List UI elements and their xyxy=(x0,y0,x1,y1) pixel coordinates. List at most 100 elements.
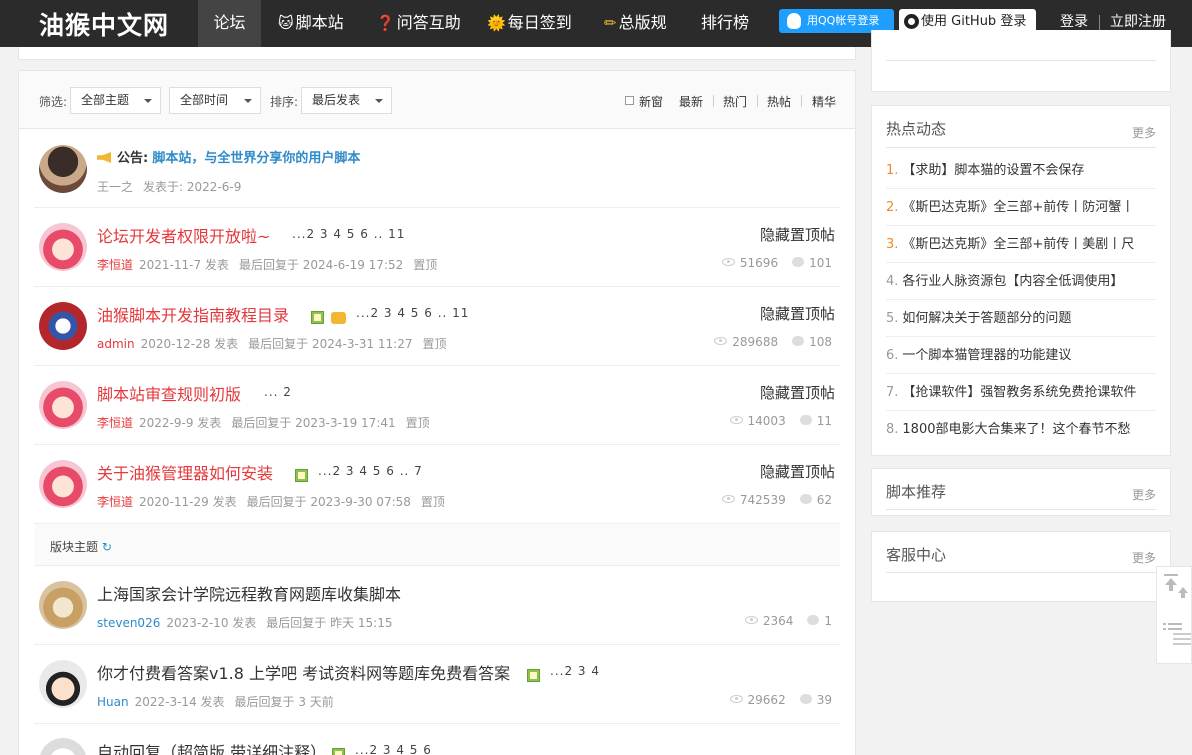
post-date: 2023-2-10 发表 xyxy=(166,616,257,630)
announcement-link[interactable]: 脚本站，与全世界分享你的用户脚本 xyxy=(152,151,360,166)
thread-title[interactable]: 脚本站审查规则初版 xyxy=(97,381,241,405)
sort-hot-thread-link[interactable]: 热帖 xyxy=(767,93,791,110)
announcement-label: 公告: xyxy=(117,151,149,166)
hot-topic-text: 如何解决关于答题部分的问题 xyxy=(902,311,1072,326)
last-reply[interactable]: 最后回复于 2023-3-19 17:41 xyxy=(231,416,395,430)
author-link[interactable]: steven026 xyxy=(97,616,160,630)
filter-bar: 筛选: 全部主题 全部时间 排序: 最后发表 新窗 最新 热门 热帖 精华 xyxy=(19,71,855,129)
eye-icon xyxy=(721,495,735,503)
last-reply[interactable]: 最后回复于 2024-3-31 11:27 xyxy=(248,337,412,351)
sort-hot-link[interactable]: 热门 xyxy=(723,93,747,110)
hot-topics-title: 热点动态 xyxy=(886,120,947,138)
more-link[interactable]: 更多 xyxy=(1132,549,1156,566)
nav-item-qa[interactable]: ❓ 问答互助 xyxy=(376,0,461,47)
site-logo[interactable]: 油猴中文网 xyxy=(39,6,169,42)
author-link[interactable]: 李恒道 xyxy=(97,416,133,430)
hide-pinned-link[interactable]: 隐藏置顶帖 xyxy=(760,303,835,324)
cat-icon: 🐱 xyxy=(278,14,294,32)
sort-select[interactable]: 最后发表 xyxy=(301,87,392,114)
new-window-label[interactable]: 新窗 xyxy=(639,93,663,110)
more-link[interactable]: 更多 xyxy=(1132,486,1156,503)
page-links[interactable]: ... 2 xyxy=(264,385,292,399)
last-reply[interactable]: 最后回复于 3 天前 xyxy=(235,695,334,709)
comment-icon xyxy=(792,257,805,267)
hide-pinned-link[interactable]: 隐藏置顶帖 xyxy=(760,224,835,245)
rank-number: 3. xyxy=(886,237,899,252)
nav-item-rules[interactable]: ✏ 总版规 xyxy=(604,0,667,47)
hot-topic-item[interactable]: 7. 【抢课软件】强智教务系统免费抢课软件 xyxy=(886,374,1156,411)
last-reply[interactable]: 最后回复于 2023-9-30 07:58 xyxy=(247,495,411,509)
more-link[interactable]: 更多 xyxy=(1132,124,1156,141)
reply-count: 1 xyxy=(824,614,832,628)
hot-topic-text: 1800部电影大合集来了！这个春节不愁 xyxy=(902,422,1131,437)
avatar[interactable] xyxy=(39,581,87,629)
thread-title[interactable]: 上海国家会计学院远程教育网题库收集脚本 xyxy=(97,581,401,605)
page-links[interactable]: ...2 3 4 xyxy=(550,664,600,678)
back-to-top-icon[interactable] xyxy=(1161,571,1191,601)
author-link[interactable]: 王一之 xyxy=(97,180,133,194)
hot-topic-item[interactable]: 5. 如何解决关于答题部分的问题 xyxy=(886,300,1156,337)
author-link[interactable]: 李恒道 xyxy=(97,495,133,509)
rank-number: 6. xyxy=(886,348,899,363)
avatar[interactable] xyxy=(39,223,87,271)
avatar[interactable] xyxy=(39,145,87,193)
section-title-text: 版块主题 xyxy=(50,540,99,554)
script-recommend-title: 脚本推荐 xyxy=(886,483,947,501)
pinned-tag: 置顶 xyxy=(413,258,438,272)
last-reply[interactable]: 最后回复于 2024-6-19 17:52 xyxy=(239,258,403,272)
image-attachment-icon xyxy=(332,748,345,755)
avatar[interactable] xyxy=(39,738,87,755)
thread-title[interactable]: 你才付费看答案v1.8 上学吧 考试资料网等题库免费看答案 xyxy=(97,660,510,684)
sort-latest-link[interactable]: 最新 xyxy=(679,93,703,110)
page-links[interactable]: ...2 3 4 5 6 .. 7 xyxy=(318,464,423,478)
pinned-tag: 置顶 xyxy=(405,416,430,430)
hot-topic-text: 一个脚本猫管理器的功能建议 xyxy=(902,348,1072,363)
hot-topic-item[interactable]: 2. 《斯巴达克斯》全三部+前传丨防河蟹丨 xyxy=(886,189,1156,226)
avatar[interactable] xyxy=(39,381,87,429)
hot-topic-item[interactable]: 8. 1800部电影大合集来了！这个春节不愁 xyxy=(886,411,1156,448)
image-attachment-icon xyxy=(527,669,540,682)
sort-digest-link[interactable]: 精华 xyxy=(812,93,836,110)
nav-item-script-site[interactable]: 🐱 脚本站 xyxy=(278,0,344,47)
script-recommend-box: 脚本推荐 更多 xyxy=(871,468,1171,516)
time-filter-select[interactable]: 全部时间 xyxy=(169,87,261,114)
thread-title[interactable]: 自动回复（超简版,带详细注释） xyxy=(97,739,326,755)
thread-list-panel: 筛选: 全部主题 全部时间 排序: 最后发表 新窗 最新 热门 热帖 精华 公告… xyxy=(18,70,856,755)
last-reply[interactable]: 最后回复于 昨天 15:15 xyxy=(266,616,392,630)
nav-item-checkin[interactable]: 🌞 每日签到 xyxy=(487,0,572,47)
hot-topic-text: 【抢课软件】强智教务系统免费抢课软件 xyxy=(902,385,1137,400)
hot-topic-item[interactable]: 6. 一个脚本猫管理器的功能建议 xyxy=(886,337,1156,374)
refresh-icon[interactable]: ↻ xyxy=(102,540,112,554)
page-links[interactable]: ...2 3 4 5 6 .. 11 xyxy=(292,227,405,241)
author-link[interactable]: 李恒道 xyxy=(97,258,133,272)
reply-count: 62 xyxy=(816,493,832,507)
topic-filter-select[interactable]: 全部主题 xyxy=(70,87,161,114)
list-icon[interactable] xyxy=(1161,619,1191,649)
avatar[interactable] xyxy=(39,302,87,350)
hide-pinned-link[interactable]: 隐藏置顶帖 xyxy=(760,382,835,403)
qq-login-label: 用QQ帐号登录 xyxy=(807,14,880,27)
hot-topic-item[interactable]: 4. 各行业人脉资源包【内容全低调使用】 xyxy=(886,263,1156,300)
page-links[interactable]: ...2 3 4 5 6 xyxy=(355,743,432,755)
hot-topic-item[interactable]: 3. 《斯巴达克斯》全三部+前传丨美剧丨尺 xyxy=(886,226,1156,263)
post-date: 2022-9-9 发表 xyxy=(139,416,222,430)
section-header: 版块主题 ↻ xyxy=(34,524,840,566)
avatar[interactable] xyxy=(39,660,87,708)
hot-topic-item[interactable]: 1. 【求助】脚本猫的设置不会保存 xyxy=(886,152,1156,189)
rank-number: 4. xyxy=(886,274,899,289)
thread-title[interactable]: 关于油猴管理器如何安装 xyxy=(97,460,273,484)
caret-down-icon xyxy=(144,99,152,103)
new-window-checkbox[interactable] xyxy=(625,96,634,105)
hide-pinned-link[interactable]: 隐藏置顶帖 xyxy=(760,461,835,482)
nav-item-ranking[interactable]: 排行榜 xyxy=(701,0,749,47)
nav-label: 论坛 xyxy=(213,13,246,32)
page-links[interactable]: ...2 3 4 5 6 .. 11 xyxy=(356,306,469,320)
select-value: 最后发表 xyxy=(312,93,361,107)
eye-icon xyxy=(729,416,743,424)
avatar[interactable] xyxy=(39,460,87,508)
author-link[interactable]: admin xyxy=(97,337,135,351)
thread-title[interactable]: 论坛开发者权限开放啦~ xyxy=(97,223,270,247)
thread-title[interactable]: 油猴脚本开发指南教程目录 xyxy=(97,302,289,326)
nav-item-forum[interactable]: 论坛 xyxy=(198,0,261,47)
author-link[interactable]: Huan xyxy=(97,695,129,709)
